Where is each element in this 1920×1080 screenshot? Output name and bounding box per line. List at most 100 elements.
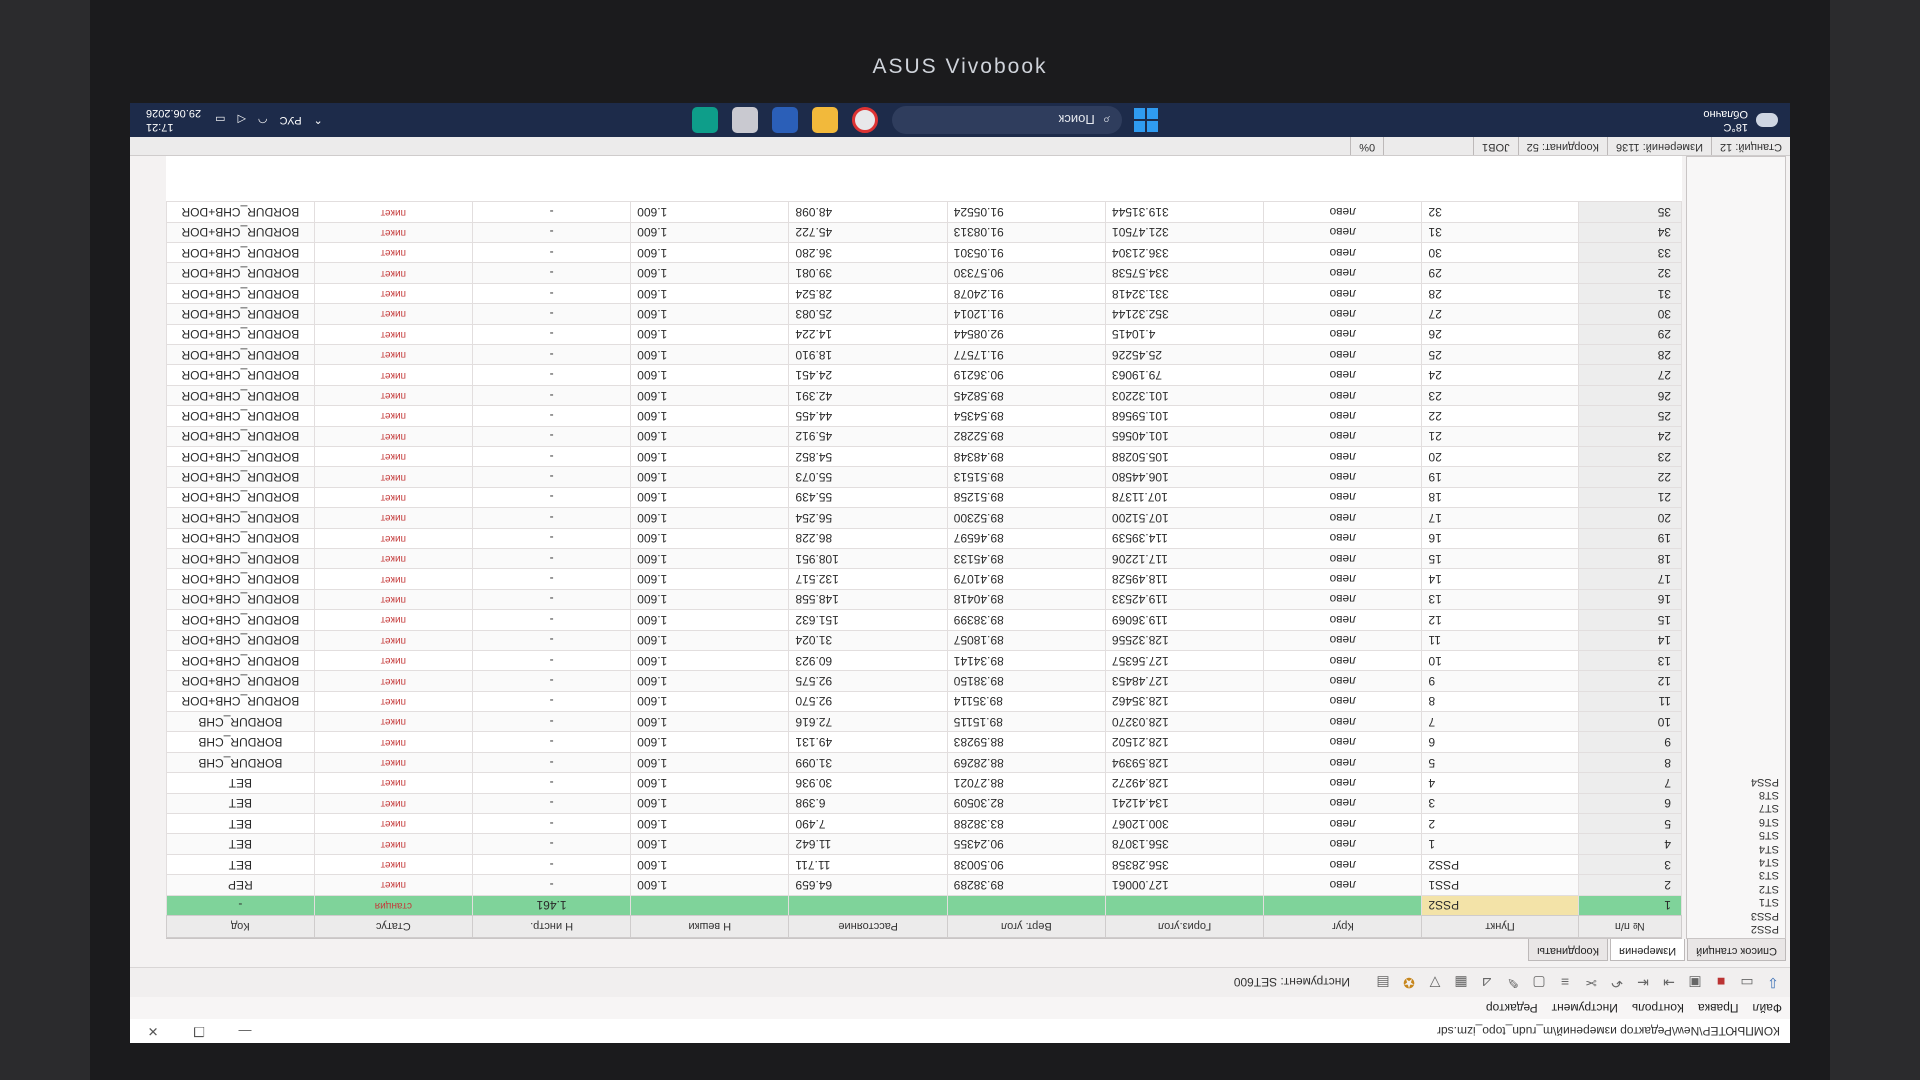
instrument-height-cell[interactable]: - [472,711,631,732]
target-height-cell[interactable]: 1.600 [630,833,789,855]
distance-cell[interactable]: 148.558 [788,589,948,610]
table-row[interactable]: 33 30 лево 336.21304 91.05301 36.280 1.600- пик… [166,242,1682,263]
table-row[interactable]: 5 2 лево 300.12067 83.38288 7.490 1.600- пикет B… [166,813,1682,834]
vz-cell[interactable]: 89.15115 [947,711,1106,732]
windows-start-icon[interactable] [1134,108,1158,132]
table-row[interactable]: 6 3 лево 134.41241 82.30509 6.398 1.600- пикет B… [166,793,1682,814]
hz-cell[interactable]: 128.35462 [1105,691,1264,712]
distance-cell[interactable] [788,895,948,916]
point-cell[interactable]: 4 [1421,772,1579,794]
distance-cell[interactable]: 25.083 [788,303,948,325]
target-height-cell[interactable]: 1.600 [630,691,789,712]
point-cell[interactable]: 21 [1421,426,1579,447]
distance-cell[interactable]: 45.912 [788,426,948,447]
open-icon[interactable]: ▭ [1736,972,1758,994]
code-cell[interactable]: BET [166,813,315,834]
menu-editor[interactable]: Редактор [1486,1001,1538,1015]
station-item[interactable]: ST1 [1687,895,1779,908]
row-number[interactable]: 25 [1578,405,1682,427]
target-height-cell[interactable]: 1.600 [630,242,789,263]
circle-cell[interactable]: лево [1263,426,1422,447]
target-height-cell[interactable]: 1.600 [630,283,789,304]
circle-cell[interactable]: лево [1263,263,1422,284]
col-header-target-height[interactable]: Н вешки [630,915,789,938]
target-height-cell[interactable]: 1.600 [630,670,789,692]
code-cell[interactable]: BORDUR_CHB+DOR [166,487,315,508]
vz-cell[interactable]: 91.12014 [947,303,1106,325]
vz-cell[interactable]: 89.34141 [947,650,1106,671]
table-row[interactable]: 12 9 лево 127.48453 89.38150 92.575 1.600- пике… [166,670,1682,692]
code-cell[interactable]: BET [166,793,315,814]
code-cell[interactable]: BORDUR_CHB+DOR [166,405,315,427]
point-cell[interactable]: 23 [1421,385,1579,406]
chart-icon[interactable]: ⊿ [1476,972,1498,994]
code-cell[interactable]: BORDUR_CHB+DOR [166,670,315,692]
instrument-height-cell[interactable]: - [472,426,631,447]
vz-cell[interactable]: 90.36219 [947,364,1106,386]
point-cell[interactable]: 15 [1421,548,1579,569]
circle-cell[interactable]: лево [1263,507,1422,529]
point-cell[interactable]: 27 [1421,303,1579,325]
row-number[interactable]: 31 [1578,283,1682,304]
point-cell[interactable]: 7 [1421,711,1579,732]
code-cell[interactable]: BORDUR_CHB+DOR [166,303,315,325]
hz-cell[interactable]: 336.21304 [1105,242,1264,263]
row-number[interactable]: 8 [1578,752,1682,773]
station-item[interactable]: PSS2 [1687,922,1779,935]
hz-cell[interactable]: 300.12067 [1105,813,1264,834]
station-item[interactable]: ST8 [1687,788,1779,801]
table-row[interactable]: 14 11 лево 128.32556 89.18057 31.024 1.600- пик… [166,630,1682,651]
point-cell[interactable]: 24 [1421,364,1579,386]
hz-cell[interactable]: 134.41241 [1105,793,1264,814]
point-cell[interactable]: 32 [1421,201,1579,223]
hz-cell[interactable]: 119.36069 [1105,609,1264,631]
hz-cell[interactable]: 128.32556 [1105,630,1264,651]
hz-cell[interactable]: 356.13078 [1105,833,1264,855]
vz-cell[interactable]: 88.28269 [947,752,1106,773]
distance-cell[interactable]: 49.131 [788,731,948,753]
row-number[interactable]: 3 [1578,854,1682,875]
status-cell[interactable]: пикет [314,731,473,753]
code-cell[interactable]: BORDUR_CHB+DOR [166,426,315,447]
target-height-cell[interactable]: 1.600 [630,609,789,631]
vz-cell[interactable]: 89.40418 [947,589,1106,610]
hz-cell[interactable]: 106.44580 [1105,466,1264,488]
circle-cell[interactable]: лево [1263,731,1422,753]
tab-stations[interactable]: Список станций [1687,939,1786,961]
distance-cell[interactable]: 151.632 [788,609,948,631]
table-row[interactable]: 25 22 лево 101.59568 89.54354 44.455 1.600- пик… [166,405,1682,427]
distance-cell[interactable]: 36.280 [788,242,948,263]
instrument-height-cell[interactable]: - [472,650,631,671]
distance-cell[interactable]: 60.923 [788,650,948,671]
code-cell[interactable]: BORDUR_CHB+DOR [166,242,315,263]
word-icon[interactable] [772,107,798,133]
target-height-cell[interactable]: 1.600 [630,324,789,345]
row-number[interactable]: 13 [1578,650,1682,671]
minimize-button[interactable]: — [222,1023,268,1039]
status-cell[interactable]: пикет [314,691,473,712]
table-row[interactable]: 29 26 лево 4.10415 92.08544 14.224 1.600- пикет… [166,324,1682,345]
vz-cell[interactable]: 91.08313 [947,222,1106,243]
vz-cell[interactable]: 83.38288 [947,813,1106,834]
row-number[interactable]: 17 [1578,568,1682,590]
circle-cell[interactable]: лево [1263,364,1422,386]
code-cell[interactable]: BORDUR_CHB+DOR [166,283,315,304]
station-item[interactable]: PSS4 [1687,774,1779,788]
table-row[interactable]: 4 1 лево 356.13078 90.24355 11.642 1.600- пикет… [166,833,1682,855]
point-cell[interactable]: PSS2 [1421,895,1579,916]
instrument-height-cell[interactable]: - [472,344,631,365]
instrument-height-cell[interactable]: - [472,731,631,753]
col-header-code[interactable]: Код [166,915,315,938]
code-cell[interactable]: BET [166,833,315,855]
file-explorer-icon[interactable] [812,107,838,133]
point-cell[interactable]: 16 [1421,528,1579,549]
circle-cell[interactable]: лево [1263,303,1422,325]
target-height-cell[interactable]: 1.600 [630,548,789,569]
vz-cell[interactable]: 89.52300 [947,507,1106,529]
clock[interactable]: 17:21 29.06.2026 [146,106,201,134]
status-cell[interactable]: пикет [314,711,473,732]
distance-cell[interactable]: 11.642 [788,833,948,855]
table-row[interactable]: 27 24 лево 79.19063 90.36219 24.451 1.600- пике… [166,364,1682,386]
row-number[interactable]: 21 [1578,487,1682,508]
undo-icon[interactable]: ↶ [1606,972,1628,994]
